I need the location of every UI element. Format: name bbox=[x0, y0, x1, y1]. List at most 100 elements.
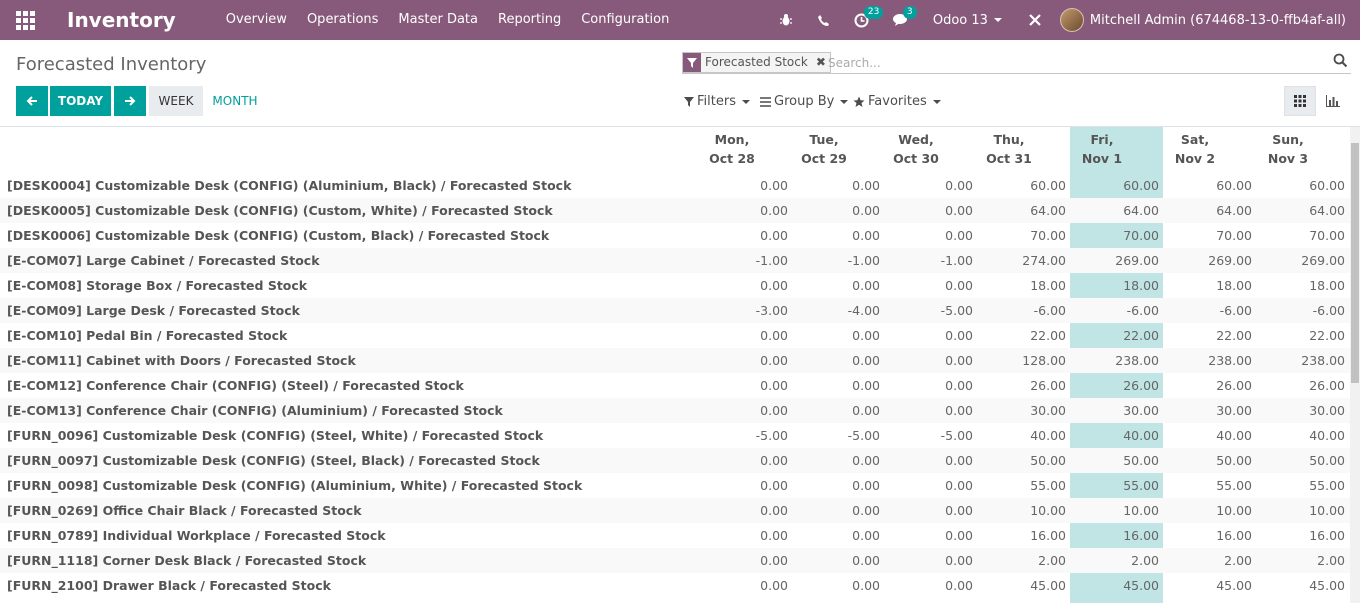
grid-cell[interactable]: -3.00 bbox=[708, 298, 788, 323]
grid-cell[interactable]: 0.00 bbox=[800, 473, 880, 498]
grid-cell[interactable]: 22.00 bbox=[1265, 323, 1345, 348]
grid-cell[interactable]: -1.00 bbox=[893, 248, 973, 273]
grid-cell[interactable]: 0.00 bbox=[893, 198, 973, 223]
grid-cell[interactable]: 0.00 bbox=[708, 448, 788, 473]
menu-operations[interactable]: Operations bbox=[297, 0, 388, 40]
grid-cell[interactable]: 0.00 bbox=[800, 523, 880, 548]
grid-cell[interactable]: 16.00 bbox=[1172, 523, 1252, 548]
next-button[interactable] bbox=[114, 86, 146, 116]
grid-cell[interactable]: 26.00 bbox=[1079, 373, 1159, 398]
grid-cell[interactable]: 0.00 bbox=[893, 223, 973, 248]
grid-cell[interactable]: 26.00 bbox=[1172, 373, 1252, 398]
grid-cell[interactable]: 22.00 bbox=[1079, 323, 1159, 348]
grid-cell[interactable]: 55.00 bbox=[986, 473, 1066, 498]
grid-cell[interactable]: 0.00 bbox=[800, 448, 880, 473]
grid-cell[interactable]: 0.00 bbox=[708, 498, 788, 523]
grid-cell[interactable]: 0.00 bbox=[800, 348, 880, 373]
grid-cell[interactable]: 40.00 bbox=[1172, 423, 1252, 448]
grid-cell[interactable]: 0.00 bbox=[893, 398, 973, 423]
today-button[interactable]: TODAY bbox=[50, 86, 111, 116]
grid-cell[interactable]: 2.00 bbox=[986, 548, 1066, 573]
grid-cell[interactable]: 18.00 bbox=[986, 273, 1066, 298]
menu-reporting[interactable]: Reporting bbox=[488, 0, 571, 40]
grid-cell[interactable]: 50.00 bbox=[1265, 448, 1345, 473]
grid-cell[interactable]: -5.00 bbox=[800, 423, 880, 448]
grid-cell[interactable]: 50.00 bbox=[986, 448, 1066, 473]
menu-configuration[interactable]: Configuration bbox=[571, 0, 679, 40]
grid-cell[interactable]: 0.00 bbox=[893, 323, 973, 348]
grid-cell[interactable]: 0.00 bbox=[708, 223, 788, 248]
grid-cell[interactable]: 64.00 bbox=[1079, 198, 1159, 223]
messages-icon[interactable]: 3 bbox=[881, 0, 921, 40]
grid-cell[interactable]: 0.00 bbox=[708, 173, 788, 198]
grid-cell[interactable]: 60.00 bbox=[1265, 173, 1345, 198]
grid-cell[interactable]: 0.00 bbox=[800, 223, 880, 248]
grid-cell[interactable]: 30.00 bbox=[1079, 398, 1159, 423]
grid-cell[interactable]: 64.00 bbox=[1265, 198, 1345, 223]
grid-view-button[interactable] bbox=[1284, 86, 1316, 116]
grid-cell[interactable]: 45.00 bbox=[1265, 573, 1345, 598]
grid-cell[interactable]: 0.00 bbox=[708, 523, 788, 548]
grid-cell[interactable]: 70.00 bbox=[1265, 223, 1345, 248]
activity-clock-icon[interactable]: 23 bbox=[842, 0, 884, 40]
grid-cell[interactable]: 16.00 bbox=[1079, 523, 1159, 548]
grid-cell[interactable]: 0.00 bbox=[893, 348, 973, 373]
grid-cell[interactable]: 0.00 bbox=[893, 498, 973, 523]
grid-cell[interactable]: 269.00 bbox=[1172, 248, 1252, 273]
grid-cell[interactable]: 0.00 bbox=[800, 573, 880, 598]
search-facet[interactable]: Forecasted Stock ✖ bbox=[682, 52, 831, 73]
grid-cell[interactable]: 0.00 bbox=[708, 473, 788, 498]
grid-cell[interactable]: 0.00 bbox=[800, 273, 880, 298]
grid-cell[interactable]: -6.00 bbox=[1265, 298, 1345, 323]
groupby-dropdown[interactable]: Group By bbox=[760, 94, 849, 109]
menu-master-data[interactable]: Master Data bbox=[388, 0, 488, 40]
week-button[interactable]: WEEK bbox=[149, 86, 203, 116]
grid-cell[interactable]: 0.00 bbox=[708, 548, 788, 573]
grid-cell[interactable]: 238.00 bbox=[1265, 348, 1345, 373]
graph-view-button[interactable] bbox=[1317, 86, 1349, 116]
tools-icon[interactable] bbox=[1016, 0, 1054, 40]
scrollbar-thumb[interactable] bbox=[1351, 143, 1359, 383]
grid-cell[interactable]: 22.00 bbox=[986, 323, 1066, 348]
grid-cell[interactable]: 2.00 bbox=[1265, 548, 1345, 573]
grid-cell[interactable]: 0.00 bbox=[893, 173, 973, 198]
filters-dropdown[interactable]: Filters bbox=[684, 94, 750, 109]
grid-cell[interactable]: -6.00 bbox=[986, 298, 1066, 323]
grid-cell[interactable]: 0.00 bbox=[708, 373, 788, 398]
grid-cell[interactable]: 10.00 bbox=[1265, 498, 1345, 523]
grid-cell[interactable]: 70.00 bbox=[1172, 223, 1252, 248]
grid-cell[interactable]: 55.00 bbox=[1265, 473, 1345, 498]
user-menu[interactable]: Mitchell Admin (674468-13-0-ffb4af-all) bbox=[1054, 8, 1360, 32]
grid-cell[interactable]: 238.00 bbox=[1172, 348, 1252, 373]
grid-cell[interactable]: 70.00 bbox=[986, 223, 1066, 248]
grid-cell[interactable]: 10.00 bbox=[1172, 498, 1252, 523]
grid-cell[interactable]: 55.00 bbox=[1079, 473, 1159, 498]
grid-cell[interactable]: 0.00 bbox=[800, 323, 880, 348]
grid-cell[interactable]: 0.00 bbox=[708, 323, 788, 348]
grid-cell[interactable]: 0.00 bbox=[800, 398, 880, 423]
grid-cell[interactable]: 0.00 bbox=[708, 273, 788, 298]
grid-cell[interactable]: 10.00 bbox=[1079, 498, 1159, 523]
grid-cell[interactable]: 18.00 bbox=[1265, 273, 1345, 298]
grid-cell[interactable]: 60.00 bbox=[1079, 173, 1159, 198]
grid-cell[interactable]: 0.00 bbox=[893, 373, 973, 398]
search-icon[interactable] bbox=[1333, 53, 1351, 71]
grid-cell[interactable]: 0.00 bbox=[893, 523, 973, 548]
grid-cell[interactable]: 40.00 bbox=[1265, 423, 1345, 448]
favorites-dropdown[interactable]: Favorites bbox=[853, 94, 941, 109]
menu-overview[interactable]: Overview bbox=[216, 0, 297, 40]
apps-menu-icon[interactable] bbox=[0, 0, 50, 40]
grid-cell[interactable]: 0.00 bbox=[800, 173, 880, 198]
grid-cell[interactable]: 18.00 bbox=[1172, 273, 1252, 298]
grid-cell[interactable]: 40.00 bbox=[1079, 423, 1159, 448]
grid-cell[interactable]: 30.00 bbox=[986, 398, 1066, 423]
month-button[interactable]: MONTH bbox=[203, 86, 267, 116]
grid-cell[interactable]: 0.00 bbox=[800, 198, 880, 223]
grid-cell[interactable]: 0.00 bbox=[800, 498, 880, 523]
vertical-scrollbar[interactable] bbox=[1350, 127, 1360, 603]
grid-cell[interactable]: 0.00 bbox=[708, 398, 788, 423]
grid-cell[interactable]: 45.00 bbox=[1172, 573, 1252, 598]
grid-cell[interactable]: 30.00 bbox=[1172, 398, 1252, 423]
grid-cell[interactable]: 16.00 bbox=[986, 523, 1066, 548]
grid-cell[interactable]: 50.00 bbox=[1172, 448, 1252, 473]
